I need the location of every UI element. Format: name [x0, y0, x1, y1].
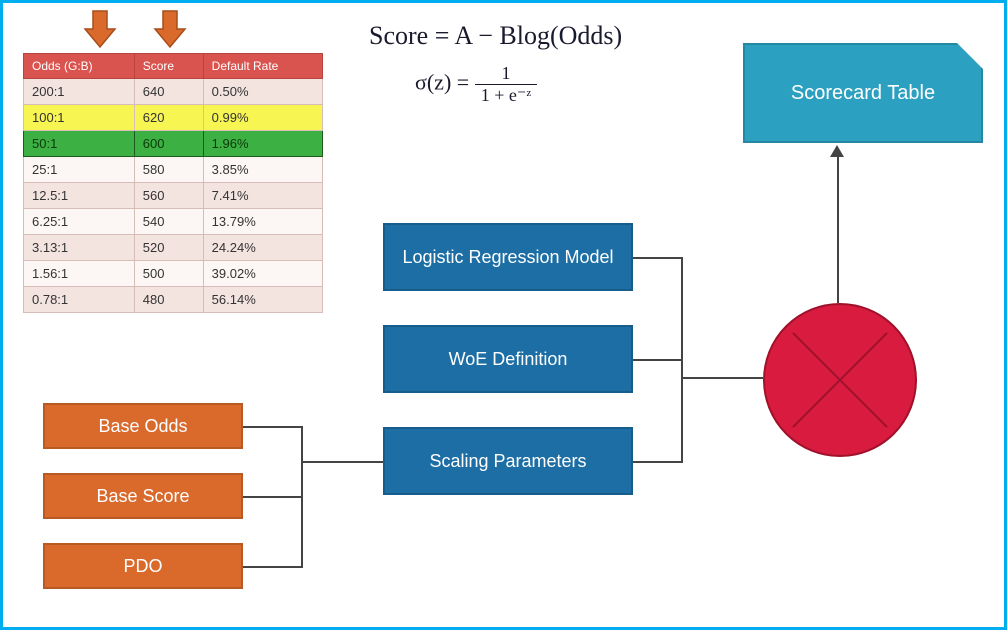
- combine-node-icon: [763, 303, 917, 457]
- connector: [837, 155, 839, 303]
- pdo-box: PDO: [43, 543, 243, 589]
- down-arrow-icon: [83, 9, 117, 49]
- box-label: PDO: [123, 556, 162, 577]
- diagram-stage: Score = A − Blog(Odds) σ(z) = 1 1 + e⁻ᶻ …: [0, 0, 1007, 630]
- table-cell: 39.02%: [203, 261, 322, 287]
- connector: [633, 359, 683, 361]
- table-row: 1.56:150039.02%: [24, 261, 323, 287]
- table-row: 3.13:152024.24%: [24, 235, 323, 261]
- table-row: 12.5:15607.41%: [24, 183, 323, 209]
- connector: [243, 496, 303, 498]
- table-row: 50:16001.96%: [24, 131, 323, 157]
- connector: [633, 257, 683, 259]
- fraction-denominator: 1 + e⁻ᶻ: [475, 85, 538, 106]
- table-cell: 540: [134, 209, 203, 235]
- connector: [301, 426, 303, 568]
- table-cell: 600: [134, 131, 203, 157]
- table-row: 100:16200.99%: [24, 105, 323, 131]
- table-cell: 0.50%: [203, 79, 322, 105]
- base-odds-box: Base Odds: [43, 403, 243, 449]
- odds-score-table: Odds (G:B) Score Default Rate 200:16400.…: [23, 53, 323, 313]
- table-header: Score: [134, 54, 203, 79]
- base-score-box: Base Score: [43, 473, 243, 519]
- table-cell: 24.24%: [203, 235, 322, 261]
- down-arrow-icon: [153, 9, 187, 49]
- table-cell: 13.79%: [203, 209, 322, 235]
- table-cell: 1.96%: [203, 131, 322, 157]
- table-cell: 1.56:1: [24, 261, 135, 287]
- table-cell: 3.13:1: [24, 235, 135, 261]
- formula-sigmoid-lhs: σ(z) =: [415, 70, 475, 95]
- table-cell: 6.25:1: [24, 209, 135, 235]
- scaling-parameters-box: Scaling Parameters: [383, 427, 633, 495]
- table-cell: 580: [134, 157, 203, 183]
- table-cell: 0.78:1: [24, 287, 135, 313]
- table-cell: 50:1: [24, 131, 135, 157]
- table-cell: 560: [134, 183, 203, 209]
- box-label: Logistic Regression Model: [402, 247, 613, 268]
- connector: [243, 566, 303, 568]
- box-label: Scorecard Table: [791, 82, 935, 105]
- table-row: 200:16400.50%: [24, 79, 323, 105]
- table-cell: 56.14%: [203, 287, 322, 313]
- connector: [633, 461, 683, 463]
- box-label: WoE Definition: [449, 349, 568, 370]
- table-row: 25:15803.85%: [24, 157, 323, 183]
- box-label: Scaling Parameters: [429, 451, 586, 472]
- table-cell: 480: [134, 287, 203, 313]
- box-label: Base Odds: [98, 416, 187, 437]
- fraction-numerator: 1: [475, 63, 538, 85]
- table-cell: 200:1: [24, 79, 135, 105]
- table-cell: 620: [134, 105, 203, 131]
- connector: [243, 426, 303, 428]
- table-header-row: Odds (G:B) Score Default Rate: [24, 54, 323, 79]
- table-cell: 0.99%: [203, 105, 322, 131]
- table-cell: 25:1: [24, 157, 135, 183]
- table-cell: 7.41%: [203, 183, 322, 209]
- connector: [681, 257, 683, 463]
- table-cell: 100:1: [24, 105, 135, 131]
- table-row: 0.78:148056.14%: [24, 287, 323, 313]
- arrowhead-up-icon: [830, 145, 844, 157]
- table-cell: 520: [134, 235, 203, 261]
- woe-definition-box: WoE Definition: [383, 325, 633, 393]
- table-row: 6.25:154013.79%: [24, 209, 323, 235]
- connector: [681, 377, 763, 379]
- table-cell: 3.85%: [203, 157, 322, 183]
- fraction: 1 1 + e⁻ᶻ: [475, 63, 538, 106]
- logistic-regression-box: Logistic Regression Model: [383, 223, 633, 291]
- connector: [301, 461, 383, 463]
- box-label: Base Score: [96, 486, 189, 507]
- table-cell: 12.5:1: [24, 183, 135, 209]
- table-cell: 640: [134, 79, 203, 105]
- formula-sigmoid: σ(z) = 1 1 + e⁻ᶻ: [415, 63, 537, 106]
- table-header: Odds (G:B): [24, 54, 135, 79]
- formula-score: Score = A − Blog(Odds): [369, 21, 622, 51]
- table-header: Default Rate: [203, 54, 322, 79]
- scorecard-table-box: Scorecard Table: [743, 43, 983, 143]
- table-cell: 500: [134, 261, 203, 287]
